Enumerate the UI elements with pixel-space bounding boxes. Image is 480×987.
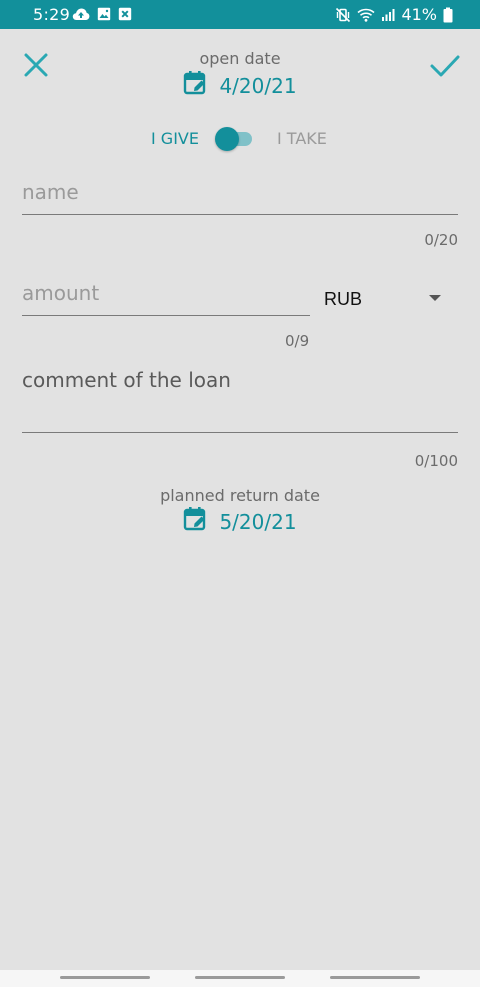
open-date-value: 4/20/21 — [219, 73, 297, 98]
open-date-label: open date — [199, 49, 281, 68]
battery-icon — [443, 7, 453, 23]
open-date-picker[interactable]: 4/20/21 — [0, 70, 480, 101]
name-char-counter: 0/20 — [424, 231, 458, 249]
mute-vibrate-icon — [335, 7, 351, 23]
close-box-icon — [118, 7, 132, 21]
take-label[interactable]: I TAKE — [277, 129, 327, 148]
name-input[interactable] — [22, 180, 458, 204]
calendar-edit-icon — [183, 70, 207, 101]
switch-thumb — [215, 127, 239, 151]
name-field-container — [22, 180, 458, 215]
navigation-bar — [0, 970, 480, 987]
return-date-value: 5/20/21 — [219, 509, 297, 534]
comment-char-counter: 0/100 — [414, 452, 458, 470]
nav-home-button[interactable] — [195, 976, 285, 979]
amount-input[interactable] — [22, 281, 310, 305]
currency-value: RUB — [324, 289, 363, 309]
give-take-switch[interactable] — [214, 126, 254, 152]
wifi-icon — [357, 7, 375, 23]
comment-field-container — [22, 368, 458, 433]
status-notification-icons — [72, 7, 132, 21]
give-label[interactable]: I GIVE — [151, 129, 199, 148]
nav-back-button[interactable] — [330, 976, 420, 979]
amount-char-counter: 0/9 — [285, 332, 310, 350]
status-time: 5:29 — [33, 5, 71, 24]
status-bar: 5:29 41% — [0, 0, 480, 29]
signal-icon — [381, 7, 395, 23]
image-icon — [97, 7, 111, 21]
battery-percent: 41% — [401, 5, 437, 24]
amount-field-container — [22, 281, 310, 316]
currency-dropdown[interactable]: RUB — [324, 286, 446, 310]
status-system-icons: 41% — [335, 5, 453, 24]
dropdown-arrow-icon — [429, 295, 441, 301]
return-date-label: planned return date — [160, 486, 320, 505]
nav-recents-button[interactable] — [60, 976, 150, 979]
return-date-picker[interactable]: 5/20/21 — [0, 506, 480, 537]
comment-input[interactable] — [22, 368, 458, 392]
cloud-upload-icon — [72, 7, 90, 21]
calendar-edit-icon — [183, 506, 207, 537]
give-take-toggle-row: I GIVE I TAKE — [0, 124, 480, 152]
